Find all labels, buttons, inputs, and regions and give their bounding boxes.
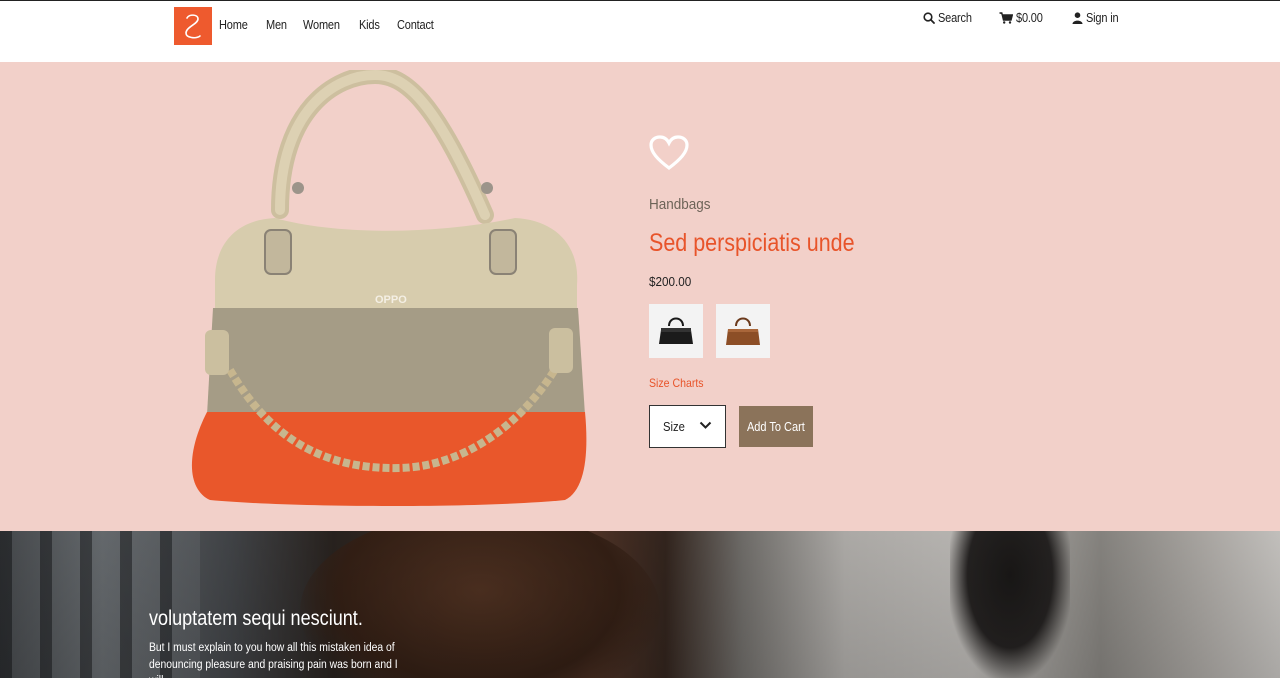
size-select-value: Size — [663, 419, 685, 434]
nav-men[interactable]: Men — [266, 18, 287, 32]
product-hero: OPPO Handbags Sed perspiciatis unde $200… — [0, 62, 1280, 531]
brand-logo[interactable] — [174, 7, 212, 45]
banner-text: But I must explain to you how all this m… — [149, 642, 398, 678]
site-header: Home Men Women Kids Contact Search $0.00 — [0, 1, 1280, 62]
nav-women[interactable]: Women — [303, 18, 340, 32]
brown-bag-thumbnail — [726, 317, 760, 345]
nav-home[interactable]: Home — [219, 18, 248, 32]
heart-icon[interactable] — [649, 135, 689, 171]
svg-text:OPPO: OPPO — [375, 294, 407, 306]
black-bag-thumbnail — [659, 317, 693, 344]
nav-contact[interactable]: Contact — [397, 18, 434, 32]
signin-label[interactable]: Sign in — [1086, 11, 1119, 25]
cart-icon — [999, 12, 1013, 24]
search-label[interactable]: Search — [938, 11, 972, 25]
signin-link[interactable]: Sign in — [1072, 11, 1123, 25]
product-price: $200.00 — [649, 274, 692, 289]
search-link[interactable]: Search — [923, 11, 976, 25]
product-title: Sed perspiciatis unde — [649, 229, 855, 257]
add-to-cart-label: Add To Cart — [747, 419, 805, 434]
variant-thumbnail-brown[interactable] — [716, 304, 770, 358]
logo-icon — [185, 14, 201, 39]
banner-title: voluptatem sequi nesciunt. — [149, 607, 363, 630]
promo-banner: voluptatem sequi nesciunt. But I must ex… — [0, 531, 1280, 678]
size-select[interactable]: Size — [649, 405, 726, 448]
add-to-cart-button[interactable]: Add To Cart — [739, 406, 813, 447]
search-icon — [923, 12, 935, 24]
cart-total[interactable]: $0.00 — [1016, 11, 1043, 25]
product-image[interactable]: OPPO — [185, 70, 591, 506]
user-icon — [1072, 12, 1083, 24]
cart-link[interactable]: $0.00 — [999, 11, 1046, 25]
nav-kids[interactable]: Kids — [359, 18, 380, 32]
product-category: Handbags — [649, 196, 711, 213]
size-chart-link[interactable]: Size Charts — [649, 376, 704, 390]
main-nav: Home Men Women Kids Contact — [219, 18, 438, 32]
chevron-down-icon — [699, 421, 712, 429]
variant-thumbnail-black[interactable] — [649, 304, 703, 358]
